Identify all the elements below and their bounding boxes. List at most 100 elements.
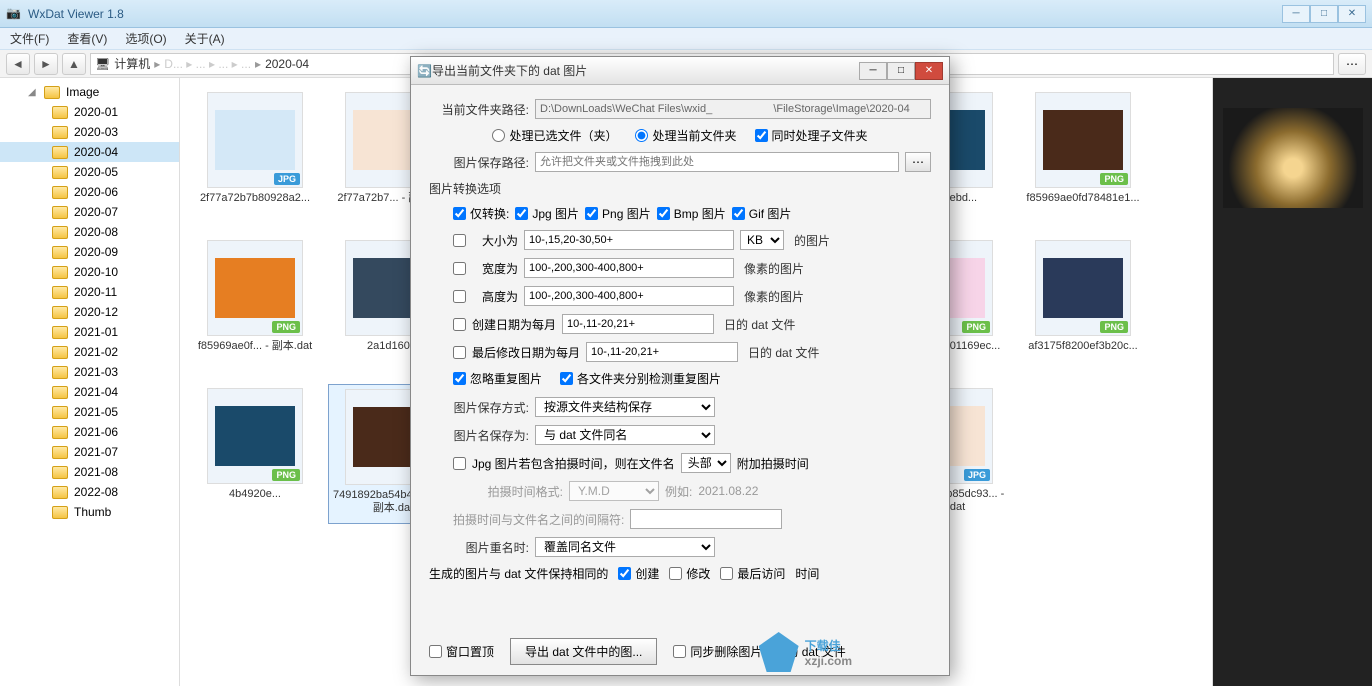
exif-sep-input[interactable] (630, 509, 782, 529)
tree-item-2020-01[interactable]: 2020-01 (0, 102, 179, 122)
tree-item-2020-08[interactable]: 2020-08 (0, 222, 179, 242)
bc-computer[interactable]: 计算机 (114, 55, 150, 72)
nav-back[interactable]: ◄ (6, 53, 30, 75)
menu-options[interactable]: 选项(O) (119, 28, 172, 49)
chk-bmp[interactable]: Bmp 图片 (657, 205, 726, 222)
chk-cdate[interactable] (453, 318, 466, 331)
tree-item-2020-04[interactable]: 2020-04 (0, 142, 179, 162)
tree-item-label: 2021-03 (74, 365, 118, 379)
menu-view[interactable]: 查看(V) (61, 28, 113, 49)
folder-icon (52, 406, 68, 419)
tree-item-2020-10[interactable]: 2020-10 (0, 262, 179, 282)
thumb-item[interactable]: PNGf85969ae0f... - 副本.dat (190, 236, 320, 376)
chk-subfolder[interactable]: 同时处理子文件夹 (755, 127, 868, 144)
dlg-close[interactable]: ✕ (915, 62, 943, 80)
chk-exif[interactable] (453, 457, 466, 470)
size-input[interactable] (524, 230, 734, 250)
thumb-item[interactable]: JPG2f77a72b7b80928a2... (190, 88, 320, 228)
tree-item-2021-06[interactable]: 2021-06 (0, 422, 179, 442)
tree-item-2020-11[interactable]: 2020-11 (0, 282, 179, 302)
chk-size[interactable] (453, 234, 466, 247)
export-button[interactable]: 导出 dat 文件中的图... (510, 638, 657, 665)
tree-item-2020-03[interactable]: 2020-03 (0, 122, 179, 142)
browse-button[interactable]: ⋯ (905, 152, 931, 172)
width-input[interactable] (524, 258, 734, 278)
tree-item-2020-09[interactable]: 2020-09 (0, 242, 179, 262)
chk-png[interactable]: Png 图片 (585, 205, 651, 222)
close-button[interactable]: ✕ (1338, 5, 1366, 23)
chk-only-convert[interactable]: 仅转换: (453, 205, 509, 222)
nav-fwd[interactable]: ► (34, 53, 58, 75)
chk-gif[interactable]: Gif 图片 (732, 205, 792, 222)
size-unit[interactable]: KB (740, 230, 784, 250)
tree-item-2021-07[interactable]: 2021-07 (0, 442, 179, 462)
chk-keep-create[interactable]: 创建 (618, 565, 659, 582)
cur-path-label: 当前文件夹路径: (429, 101, 529, 118)
chk-width[interactable] (453, 262, 466, 275)
chk-jpg[interactable]: Jpg 图片 (515, 205, 579, 222)
preview-image (1223, 108, 1363, 208)
save-mode-select[interactable]: 按源文件夹结构保存 (535, 397, 715, 417)
folder-icon (52, 126, 68, 139)
bc-icon: 🖥 (95, 57, 110, 71)
radio-current[interactable]: 处理当前文件夹 (635, 127, 736, 144)
bc-last[interactable]: 2020-04 (265, 57, 309, 71)
dlg-min[interactable]: ─ (859, 62, 887, 80)
menu-about[interactable]: 关于(A) (179, 28, 231, 49)
titlebar: 📷 WxDat Viewer 1.8 ─ □ ✕ (0, 0, 1372, 28)
dlg-max[interactable]: □ (887, 62, 915, 80)
tree-item-2020-07[interactable]: 2020-07 (0, 202, 179, 222)
maximize-button[interactable]: □ (1310, 5, 1338, 23)
app-icon: 📷 (6, 6, 22, 22)
radio-selected[interactable]: 处理已选文件（夹） (492, 127, 617, 144)
tree-item-2021-08[interactable]: 2021-08 (0, 462, 179, 482)
dialog-icon: 🔄 (417, 64, 432, 78)
nav-up[interactable]: ▲ (62, 53, 86, 75)
tree-item-2021-01[interactable]: 2021-01 (0, 322, 179, 342)
sidebar[interactable]: ◢ Image 2020-012020-032020-042020-052020… (0, 78, 180, 686)
tree-item-2020-12[interactable]: 2020-12 (0, 302, 179, 322)
tree-item-2021-04[interactable]: 2021-04 (0, 382, 179, 402)
chk-mdate[interactable] (453, 346, 466, 359)
folder-icon (52, 306, 68, 319)
save-path-input[interactable] (535, 152, 899, 172)
mdate-input[interactable] (586, 342, 738, 362)
chk-topmost[interactable]: 窗口置顶 (429, 643, 494, 660)
folder-icon (52, 206, 68, 219)
tree-item-Thumb[interactable]: Thumb (0, 502, 179, 522)
chk-keep-access[interactable]: 最后访问 (720, 565, 785, 582)
tree-item-label: 2021-05 (74, 405, 118, 419)
tree-item-label: 2020-08 (74, 225, 118, 239)
dialog-titlebar[interactable]: 🔄 导出当前文件夹下的 dat 图片 ─ □ ✕ (411, 57, 949, 85)
thumb-item[interactable]: PNG4b4920e... (190, 384, 320, 524)
tree-root[interactable]: ◢ Image (0, 82, 179, 102)
thumb-item[interactable]: PNGf85969ae0fd78481e1... (1018, 88, 1148, 228)
chk-keep-modify[interactable]: 修改 (669, 565, 710, 582)
tree-item-2020-06[interactable]: 2020-06 (0, 182, 179, 202)
more-button[interactable]: ⋯ (1338, 53, 1366, 75)
minimize-button[interactable]: ─ (1282, 5, 1310, 23)
tree-item-2021-03[interactable]: 2021-03 (0, 362, 179, 382)
folder-icon (52, 506, 68, 519)
exif-pos-select[interactable]: 头部 (681, 453, 731, 473)
tree-item-2022-08[interactable]: 2022-08 (0, 482, 179, 502)
chk-height[interactable] (453, 290, 466, 303)
cur-path-input[interactable] (535, 99, 931, 119)
chk-per-folder-dup[interactable]: 各文件夹分别检测重复图片 (560, 370, 721, 387)
menu-file[interactable]: 文件(F) (4, 28, 55, 49)
collapse-icon[interactable]: ◢ (28, 87, 38, 98)
height-input[interactable] (524, 286, 734, 306)
tree-item-2021-05[interactable]: 2021-05 (0, 402, 179, 422)
folder-icon (52, 146, 68, 159)
tree-item-2020-05[interactable]: 2020-05 (0, 162, 179, 182)
thumb-name: f85969ae0f... - 副本.dat (194, 340, 316, 353)
tree-item-label: 2020-09 (74, 245, 118, 259)
tree-item-2021-02[interactable]: 2021-02 (0, 342, 179, 362)
exif-fmt-select[interactable]: Y.M.D (569, 481, 659, 501)
tree-item-label: 2021-08 (74, 465, 118, 479)
dup-name-select[interactable]: 覆盖同名文件 (535, 537, 715, 557)
chk-skip-dup[interactable]: 忽略重复图片 (453, 370, 542, 387)
cdate-input[interactable] (562, 314, 714, 334)
thumb-item[interactable]: PNGaf3175f8200ef3b20c... (1018, 236, 1148, 376)
name-mode-select[interactable]: 与 dat 文件同名 (535, 425, 715, 445)
